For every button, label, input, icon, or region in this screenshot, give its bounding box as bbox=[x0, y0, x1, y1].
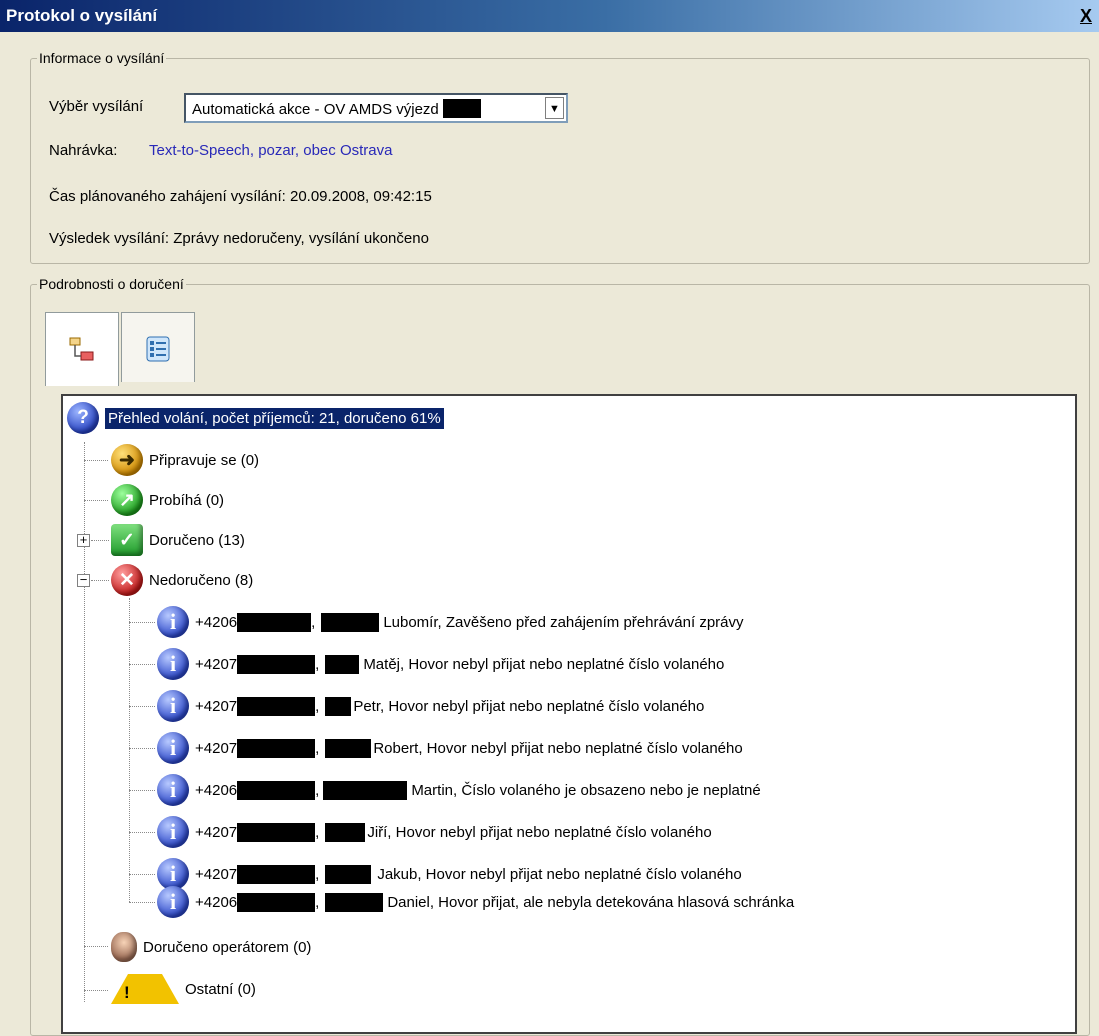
tree-leaf-recipient[interactable]: i +4206 , Lubomír, Zavěšeno před zahájen… bbox=[157, 606, 744, 638]
redaction-block bbox=[237, 696, 316, 716]
dropdown-arrow-icon[interactable]: ▼ bbox=[545, 97, 564, 119]
phone-prefix: +4206 bbox=[195, 781, 238, 799]
recording-label: Nahrávka: bbox=[49, 142, 118, 159]
error-x-icon: ✕ bbox=[111, 564, 143, 596]
phone-prefix: +4207 bbox=[195, 655, 238, 673]
phone-prefix: +4207 bbox=[195, 697, 238, 715]
redaction-block bbox=[237, 864, 316, 884]
redaction-block bbox=[237, 612, 312, 632]
expand-delivered-button[interactable]: + bbox=[77, 533, 90, 547]
redaction-block bbox=[323, 780, 408, 800]
tree-node-label: Připravuje se (0) bbox=[149, 451, 260, 469]
redaction-block bbox=[325, 738, 372, 758]
phone-prefix: +4206 bbox=[195, 613, 238, 631]
running-arrow-icon: ↗ bbox=[111, 484, 143, 516]
checkmark-icon: ✓ bbox=[111, 524, 143, 556]
redaction-block bbox=[325, 696, 352, 716]
phone-prefix: +4207 bbox=[195, 865, 238, 883]
planned-start-text: Čas plánovaného zahájení vysílání: 20.09… bbox=[49, 188, 432, 205]
recipient-detail: Daniel, Hovor přijat, ale nebyla detekov… bbox=[387, 893, 795, 911]
redaction-block bbox=[325, 892, 384, 912]
phone-prefix: +4207 bbox=[195, 739, 238, 757]
tree-leaf-recipient[interactable]: i +4206 , Martin, Číslo volaného je obsa… bbox=[157, 774, 761, 806]
redaction-block bbox=[325, 654, 360, 674]
broadcast-select[interactable]: Automatická akce - OV AMDS výjezd ▼ bbox=[184, 93, 568, 123]
phone-prefix: +4206 bbox=[195, 893, 238, 911]
phone-prefix: +4207 bbox=[195, 823, 238, 841]
redaction-block bbox=[237, 738, 316, 758]
window-title: Protokol o vysílání bbox=[6, 6, 158, 25]
recipient-detail: Robert, Hovor nebyl přijat nebo neplatné… bbox=[373, 739, 743, 757]
arrow-right-icon: ➜ bbox=[111, 444, 143, 476]
recipient-detail: Petr, Hovor nebyl přijat nebo neplatné č… bbox=[353, 697, 705, 715]
redaction-block bbox=[237, 822, 316, 842]
redaction-block bbox=[237, 780, 316, 800]
tab-list-view[interactable] bbox=[121, 312, 195, 382]
recording-value: Text-to-Speech, pozar, obec Ostrava bbox=[149, 142, 393, 159]
info-icon: i bbox=[157, 774, 189, 806]
tab-tree-view[interactable] bbox=[45, 312, 119, 386]
tree-leaf-recipient[interactable]: i +4207 , Robert, Hovor nebyl přijat neb… bbox=[157, 732, 743, 764]
recipient-detail: Jiří, Hovor nebyl přijat nebo neplatné č… bbox=[367, 823, 712, 841]
tree-node-running[interactable]: ↗ Probíhá (0) bbox=[111, 484, 224, 516]
delivery-tree[interactable]: ? Přehled volání, počet příjemců: 21, do… bbox=[61, 394, 1077, 1034]
operator-person-icon bbox=[111, 932, 137, 962]
delivery-details-group: Podrobnosti o doručení ? Přehled volání,… bbox=[30, 276, 1090, 1036]
redaction-block bbox=[237, 654, 316, 674]
recipient-detail: Lubomír, Zavěšeno před zahájením přehráv… bbox=[383, 613, 744, 631]
tree-node-delivered[interactable]: ✓ Doručeno (13) bbox=[111, 524, 245, 556]
info-icon: i bbox=[157, 816, 189, 848]
tree-node-other[interactable]: ! Ostatní (0) bbox=[111, 974, 256, 1004]
tree-node-preparing[interactable]: ➜ Připravuje se (0) bbox=[111, 444, 259, 476]
delivery-details-legend: Podrobnosti o doručení bbox=[39, 276, 184, 292]
tree-node-label: Doručeno (13) bbox=[149, 531, 245, 549]
redaction-block bbox=[442, 99, 481, 118]
redaction-block bbox=[325, 864, 372, 884]
recipient-detail: Martin, Číslo volaného je obsazeno nebo … bbox=[411, 781, 761, 799]
tree-view-icon bbox=[69, 337, 94, 361]
tree-leaf-recipient[interactable]: i +4207 , Matěj, Hovor nebyl přijat nebo… bbox=[157, 648, 724, 680]
close-button[interactable]: X bbox=[1077, 6, 1095, 26]
tree-node-undelivered[interactable]: ✕ Nedoručeno (8) bbox=[111, 564, 253, 596]
help-icon: ? bbox=[67, 402, 99, 434]
tree-root[interactable]: ? Přehled volání, počet příjemců: 21, do… bbox=[67, 402, 444, 434]
redaction-block bbox=[325, 822, 366, 842]
redaction-block bbox=[321, 612, 380, 632]
broadcast-select-label: Výběr vysílání bbox=[49, 98, 144, 115]
tree-leaf-recipient[interactable]: i +4206 , Daniel, Hovor přijat, ale neby… bbox=[157, 886, 794, 918]
tree-node-label: Ostatní (0) bbox=[185, 980, 256, 998]
recipient-detail: Jakub, Hovor nebyl přijat nebo neplatné … bbox=[377, 865, 742, 883]
tree-node-label: Nedoručeno (8) bbox=[149, 571, 254, 589]
tree-leaf-recipient[interactable]: i +4207 , Jiří, Hovor nebyl přijat nebo … bbox=[157, 816, 712, 848]
info-icon: i bbox=[157, 732, 189, 764]
list-view-icon bbox=[146, 336, 170, 362]
collapse-undelivered-button[interactable]: − bbox=[77, 573, 90, 587]
broadcast-select-value: Automatická akce - OV AMDS výjezd bbox=[192, 101, 439, 118]
title-bar: Protokol o vysílání X bbox=[0, 0, 1099, 32]
redaction-block bbox=[237, 892, 316, 912]
tree-node-label: Probíhá (0) bbox=[149, 491, 225, 509]
tree-root-label: Přehled volání, počet příjemců: 21, doru… bbox=[105, 407, 444, 429]
recipient-detail: Matěj, Hovor nebyl přijat nebo neplatné … bbox=[363, 655, 725, 673]
tree-leaf-recipient[interactable]: i +4207 , Petr, Hovor nebyl přijat nebo … bbox=[157, 690, 704, 722]
tree-node-operator[interactable]: Doručeno operátorem (0) bbox=[111, 932, 311, 962]
info-icon: i bbox=[157, 690, 189, 722]
info-icon: i bbox=[157, 606, 189, 638]
warning-icon: ! bbox=[111, 974, 179, 1004]
info-icon: i bbox=[157, 648, 189, 680]
info-icon: i bbox=[157, 886, 189, 918]
broadcast-info-group: Informace o vysílání Výběr vysílání Auto… bbox=[30, 50, 1090, 264]
broadcast-result-text: Výsledek vysílání: Zprávy nedoručeny, vy… bbox=[49, 230, 429, 247]
tree-node-label: Doručeno operátorem (0) bbox=[143, 938, 312, 956]
broadcast-info-legend: Informace o vysílání bbox=[39, 50, 165, 66]
